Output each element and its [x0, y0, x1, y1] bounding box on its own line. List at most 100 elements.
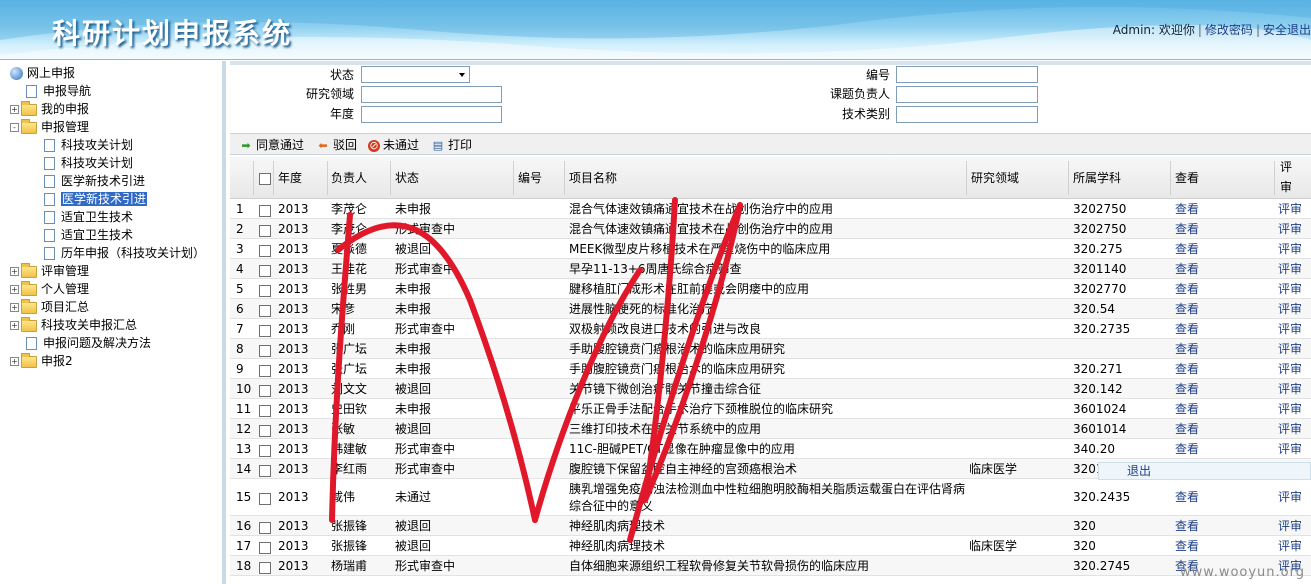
- row-checkbox[interactable]: [259, 282, 271, 298]
- change-password-link[interactable]: 修改密码: [1205, 23, 1253, 37]
- expand-icon[interactable]: +: [10, 303, 19, 312]
- col-status[interactable]: 状态: [395, 170, 419, 186]
- view-link[interactable]: 查看: [1175, 261, 1199, 277]
- row-checkbox[interactable]: [259, 362, 271, 378]
- view-link[interactable]: 查看: [1175, 441, 1199, 457]
- status-select[interactable]: [361, 66, 470, 83]
- table-row[interactable]: 7 2013 乔刚 形式审查中 320.2735 查看 评审 双极射频改良进口技术的引进与改良: [230, 319, 1311, 339]
- select-all-checkbox[interactable]: [259, 170, 271, 186]
- reject-button[interactable]: ⬅ 驳回: [316, 136, 357, 154]
- collapse-icon[interactable]: -: [10, 123, 19, 132]
- expand-icon[interactable]: +: [10, 321, 19, 330]
- sidebar-item[interactable]: 网上申报: [10, 64, 75, 82]
- view-link[interactable]: 查看: [1175, 201, 1199, 217]
- table-row[interactable]: 8 2013 张广坛 未申报 查看 评审 手助腹腔镜贲门癌根治术的临床应用研究: [230, 339, 1311, 359]
- table-row[interactable]: 17 2013 张振锋 被退回 临床医学 320 查看 评审 神经肌肉病理技术: [230, 536, 1311, 556]
- row-checkbox[interactable]: [259, 462, 271, 478]
- row-checkbox[interactable]: [259, 302, 271, 318]
- logout-tooltip[interactable]: 退出: [1098, 462, 1311, 480]
- sidebar-item[interactable]: + 我的申报: [10, 100, 89, 118]
- view-link[interactable]: 查看: [1175, 241, 1199, 257]
- row-checkbox[interactable]: [259, 539, 271, 555]
- sidebar-item[interactable]: - 申报管理: [10, 118, 89, 136]
- row-checkbox[interactable]: [259, 222, 271, 238]
- row-checkbox[interactable]: [259, 559, 271, 575]
- view-link[interactable]: 查看: [1175, 538, 1199, 554]
- expand-icon[interactable]: +: [10, 105, 19, 114]
- table-row[interactable]: 2 2013 李茂仑 形式审查中 3202750 查看 评审 混合气体速效镇痛通宜技术在战创伤…: [230, 219, 1311, 239]
- table-row[interactable]: 16 2013 张振锋 被退回 320 查看 评审 神经肌肉病理技术: [230, 516, 1311, 536]
- review-link[interactable]: 评审: [1278, 441, 1302, 457]
- view-link[interactable]: 查看: [1175, 489, 1199, 505]
- review-link[interactable]: 评审: [1278, 538, 1302, 554]
- col-field[interactable]: 研究领域: [971, 170, 1019, 186]
- logout-link[interactable]: 安全退出: [1263, 23, 1311, 37]
- expand-icon[interactable]: +: [10, 357, 19, 366]
- row-checkbox[interactable]: [259, 402, 271, 418]
- col-leader[interactable]: 负责人: [331, 170, 367, 186]
- row-checkbox[interactable]: [259, 242, 271, 258]
- row-checkbox[interactable]: [259, 490, 271, 506]
- sidebar-item[interactable]: 适宜卫生技术: [44, 208, 133, 226]
- col-view[interactable]: 查看: [1175, 170, 1199, 186]
- year-input[interactable]: [361, 106, 502, 123]
- sidebar-item[interactable]: 适宜卫生技术: [44, 226, 133, 244]
- table-row[interactable]: 15 2013 咸伟 未通过 320.2435 查看 评审 胰乳增强免疫比浊法检测血中性粒细胞…: [230, 479, 1311, 516]
- table-row[interactable]: 11 2013 史田钦 未申报 3601024 查看 评审 平乐正骨手法配合手术治疗下颈椎脱位…: [230, 399, 1311, 419]
- view-link[interactable]: 查看: [1175, 361, 1199, 377]
- table-row[interactable]: 5 2013 张胜男 未申报 3202770 查看 评审 腱移植肛门成形术在肛前瘘或会阴瘘中的…: [230, 279, 1311, 299]
- review-link[interactable]: 评审: [1278, 241, 1302, 257]
- view-link[interactable]: 查看: [1175, 321, 1199, 337]
- row-checkbox[interactable]: [259, 382, 271, 398]
- table-row[interactable]: 1 2013 李茂仑 未申报 3202750 查看 评审 混合气体速效镇痛通宜技术在战创伤治疗…: [230, 199, 1311, 219]
- table-row[interactable]: 9 2013 张广坛 未申报 320.271 查看 评审 手助腹腔镜贲门癌根治术的临床应用研究: [230, 359, 1311, 379]
- print-button[interactable]: ▤ 打印: [431, 136, 472, 154]
- review-link[interactable]: 评审: [1278, 381, 1302, 397]
- sidebar-item[interactable]: 医学新技术引进: [44, 172, 145, 190]
- expand-icon[interactable]: +: [10, 285, 19, 294]
- view-link[interactable]: 查看: [1175, 221, 1199, 237]
- col-subject[interactable]: 所属学科: [1073, 170, 1121, 186]
- sidebar-item[interactable]: + 申报2: [10, 352, 73, 370]
- review-link[interactable]: 评审: [1278, 281, 1302, 297]
- review-link[interactable]: 评审: [1278, 518, 1302, 534]
- view-link[interactable]: 查看: [1175, 421, 1199, 437]
- view-link[interactable]: 查看: [1175, 281, 1199, 297]
- field-input[interactable]: [361, 86, 502, 103]
- view-link[interactable]: 查看: [1175, 341, 1199, 357]
- row-checkbox[interactable]: [259, 322, 271, 338]
- view-link[interactable]: 查看: [1175, 401, 1199, 417]
- table-row[interactable]: 18 2013 杨瑞甫 形式审查中 320.2745 查看 评审 自体细胞来源组织工程软骨修复…: [230, 556, 1311, 576]
- view-link[interactable]: 查看: [1175, 381, 1199, 397]
- sidebar-item[interactable]: 申报导航: [26, 82, 91, 100]
- review-link[interactable]: 评审: [1278, 361, 1302, 377]
- row-checkbox[interactable]: [259, 422, 271, 438]
- table-row[interactable]: 12 2013 张敏 被退回 3601014 查看 评审 三维打印技术在骨关节系统中的应用: [230, 419, 1311, 439]
- col-review-1[interactable]: 评: [1280, 159, 1292, 175]
- review-link[interactable]: 评审: [1278, 489, 1302, 505]
- sidebar-item[interactable]: 申报问题及解决方法: [26, 334, 151, 352]
- col-project-name[interactable]: 项目名称: [569, 170, 617, 186]
- sidebar-item[interactable]: 医学新技术引进: [44, 190, 148, 208]
- view-link[interactable]: 查看: [1175, 518, 1199, 534]
- review-link[interactable]: 评审: [1278, 201, 1302, 217]
- sidebar-item[interactable]: + 评审管理: [10, 262, 89, 280]
- row-checkbox[interactable]: [259, 442, 271, 458]
- number-input[interactable]: [896, 66, 1038, 83]
- sidebar-item[interactable]: 科技攻关计划: [44, 136, 133, 154]
- review-link[interactable]: 评审: [1278, 401, 1302, 417]
- row-checkbox[interactable]: [259, 262, 271, 278]
- row-checkbox[interactable]: [259, 342, 271, 358]
- table-row[interactable]: 4 2013 王佳花 形式审查中 3201140 查看 评审 早孕11-13+6周唐氏综合症筛…: [230, 259, 1311, 279]
- review-link[interactable]: 评审: [1278, 221, 1302, 237]
- col-number[interactable]: 编号: [518, 170, 542, 186]
- row-checkbox[interactable]: [259, 202, 271, 218]
- col-review-2[interactable]: 审: [1280, 179, 1292, 195]
- expand-icon[interactable]: +: [10, 267, 19, 276]
- sidebar-item[interactable]: 历年申报（科技攻关计划）: [44, 244, 205, 262]
- sidebar-item[interactable]: + 科技攻关申报汇总: [10, 316, 137, 334]
- review-link[interactable]: 评审: [1278, 321, 1302, 337]
- table-row[interactable]: 3 2013 夏焱德 被退回 320.275 查看 评审 MEEK微型皮片移植技术在严重烧伤中…: [230, 239, 1311, 259]
- row-checkbox[interactable]: [259, 519, 271, 535]
- review-link[interactable]: 评审: [1278, 301, 1302, 317]
